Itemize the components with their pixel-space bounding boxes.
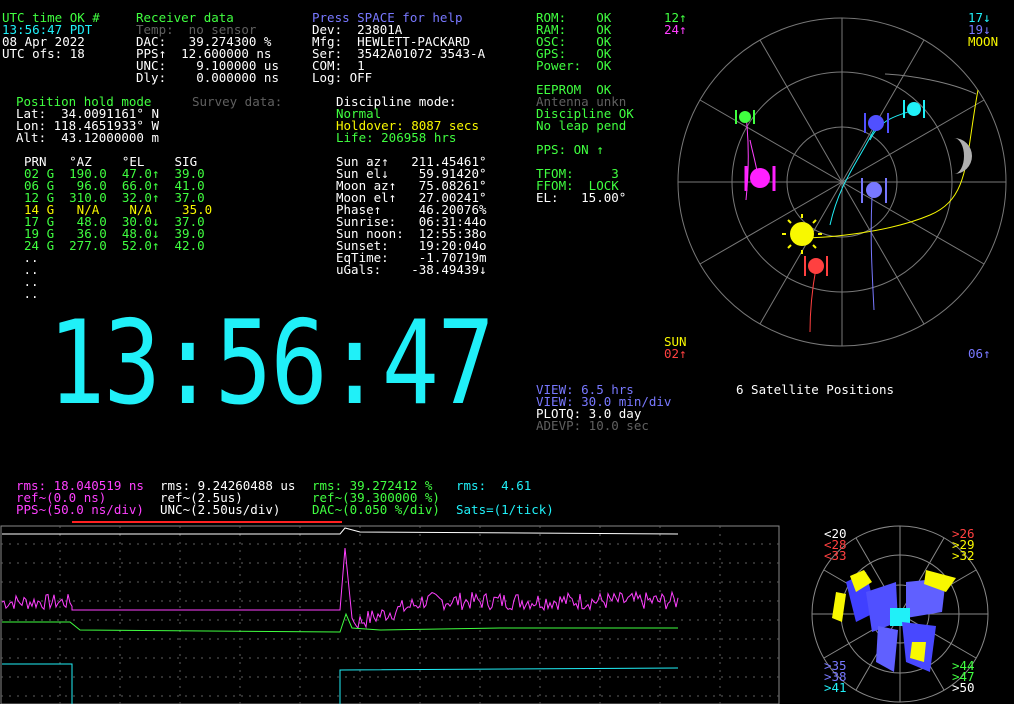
- sat-marker-17: [864, 113, 889, 133]
- dac-trace: [2, 612, 678, 633]
- signal-map-data: [832, 570, 956, 672]
- sky-label-24: 24↑: [664, 22, 687, 37]
- sat-table-row: 24 G 277.0 52.0↑ 42.0: [24, 238, 205, 253]
- sat-marker-02: [804, 256, 828, 276]
- sat-track-02: [809, 267, 817, 333]
- sats-trace: [2, 663, 679, 704]
- astro-ugals: uGals: -38.49439↓: [336, 262, 487, 277]
- signal-legend-entry: >32: [952, 548, 975, 563]
- sky-label-moon: MOON: [968, 34, 999, 49]
- dac-scale: DAC~(0.050 %/div): [312, 502, 440, 517]
- survey-label: Survey data:: [192, 94, 283, 109]
- signal-legend-entry: <33: [824, 548, 847, 563]
- receiver-dly: Dly: 0.000000 ns: [136, 70, 279, 85]
- signal-legend-entry: >50: [952, 680, 975, 695]
- sat-marker-19: [903, 100, 925, 118]
- adevp-label: ADEVP: 10.0 sec: [536, 418, 649, 433]
- unc-trace: [2, 527, 679, 535]
- sat-marker-24: [744, 166, 776, 191]
- utc-offset: UTC ofs: 18: [2, 46, 85, 61]
- sky-map-title: 6 Satellite Positions: [736, 382, 895, 397]
- sat-table-ellipsis: ..: [16, 286, 39, 301]
- pps-scale: PPS~(50.0 ns/div): [16, 502, 144, 517]
- sun-track: [799, 89, 979, 239]
- sat-track-06: [870, 195, 875, 311]
- plot-grid: [1, 526, 779, 704]
- signal-legend-entry: >41: [824, 680, 847, 695]
- pps-trace: [1, 547, 679, 630]
- status-pps-on: PPS: ON ↑: [536, 142, 604, 157]
- satellite-sky-map: [677, 17, 1007, 347]
- sats-rms: rms: 4.61: [456, 478, 532, 493]
- position-alt: Alt: 43.12000000 m: [16, 130, 159, 145]
- strip-chart: [0, 521, 780, 704]
- plot-frame: [0, 525, 780, 704]
- sats-scale: Sats=(1/tick): [456, 502, 554, 517]
- status-power: Power: OK: [536, 58, 612, 73]
- device-log: Log: OFF: [312, 70, 373, 85]
- sky-label-06: 06↑: [968, 346, 991, 361]
- status-el-mask: EL: 15.00°: [536, 190, 627, 205]
- big-clock: 13:56:47: [48, 296, 495, 431]
- unc-scale: UNC~(2.50us/div): [160, 502, 281, 517]
- sky-label-02: 02↑: [664, 346, 687, 361]
- status-leap: No leap pend: [536, 118, 627, 133]
- discipline-life: Life: 206958 hrs: [336, 130, 457, 145]
- sky-grid: [677, 17, 1007, 347]
